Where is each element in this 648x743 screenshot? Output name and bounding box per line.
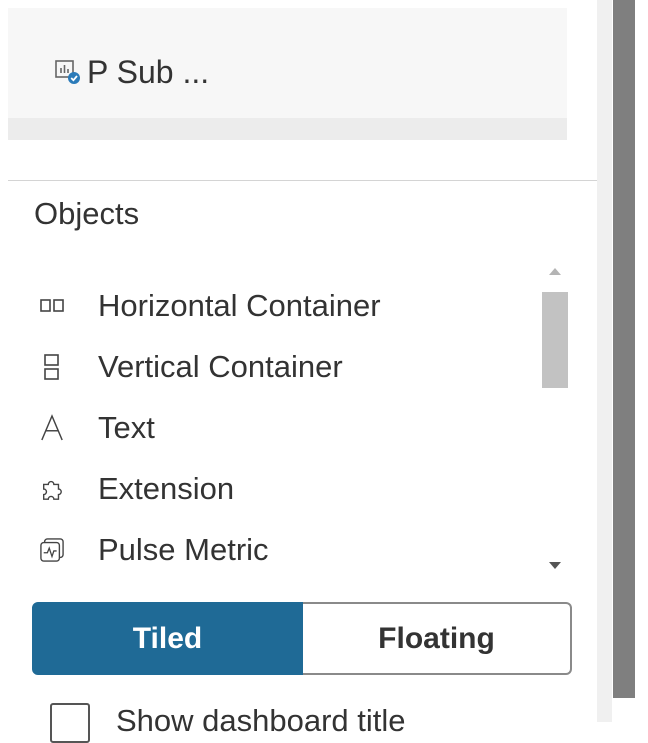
sheet-item[interactable]: P Sub ... [55,52,209,92]
section-divider [8,180,597,181]
side-rail-scrollbar[interactable] [613,0,635,698]
show-dashboard-title-row[interactable]: Show dashboard title [50,703,406,743]
objects-title: Objects [34,196,140,231]
object-item-extension[interactable]: Extension [40,458,381,519]
tiled-button[interactable]: Tiled [32,602,303,675]
object-label: Extension [98,470,235,506]
scroll-up-arrow-icon[interactable] [549,268,561,275]
extension-icon [40,475,64,503]
horizontal-container-icon [40,292,64,320]
objects-list: Horizontal Container Vertical Container … [40,275,381,580]
vertical-container-icon [40,353,64,381]
object-item-horizontal-container[interactable]: Horizontal Container [40,275,381,336]
panel-edge [597,0,612,722]
text-icon [40,413,64,442]
objects-scrollbar[interactable] [540,258,570,578]
sheets-panel-footer [8,118,567,140]
object-label: Horizontal Container [98,287,381,323]
object-label: Text [98,409,155,445]
object-item-vertical-container[interactable]: Vertical Container [40,336,381,397]
object-label: Vertical Container [98,348,343,384]
sheet-check-icon [55,60,80,84]
show-title-checkbox[interactable] [50,703,90,743]
object-item-text[interactable]: Text [40,397,381,458]
pulse-metric-icon [40,536,64,564]
object-label: Pulse Metric [98,531,269,567]
floating-button[interactable]: Floating [303,602,572,675]
object-item-pulse-metric[interactable]: Pulse Metric [40,519,381,580]
scroll-down-arrow-icon[interactable] [549,562,561,569]
show-title-label: Show dashboard title [116,703,406,738]
layout-mode-toggle: Tiled Floating [32,602,572,675]
sheet-label: P Sub ... [87,53,210,90]
scroll-thumb[interactable] [542,292,568,388]
